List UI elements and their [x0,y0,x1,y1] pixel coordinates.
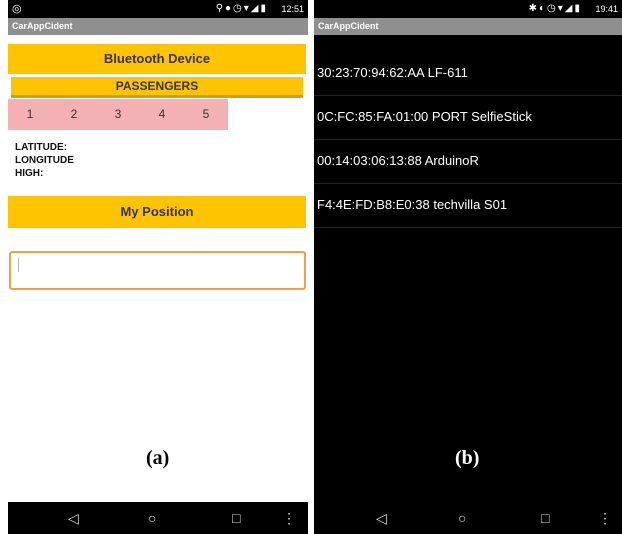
device-list-item[interactable]: 00:14:03:06:13:88 ArduinoR [314,140,622,184]
text-input[interactable] [9,251,306,290]
longitude-label: LONGITUDE [15,155,74,166]
status-time: 12:51 [281,4,304,14]
passenger-number-row: 1 2 3 4 5 [8,99,228,130]
recents-icon[interactable]: □ [232,510,240,526]
back-icon[interactable]: ◁ [376,510,387,527]
back-icon[interactable]: ◁ [68,510,79,527]
overflow-menu-icon[interactable]: ⋮ [282,510,296,527]
passenger-1-button[interactable]: 1 [8,99,52,130]
caption-a: (a) [146,447,170,469]
home-icon[interactable]: ○ [458,510,466,526]
device-name: 30:23:70:94:62:AA LF-611 [317,65,468,80]
caption-b: (b) [455,447,480,469]
nav-bar: ◁ ○ □ ⋮ [8,502,308,534]
device-name: F4:4E:FD:B8:E0:38 techvilla S01 [317,197,508,212]
status-bar: ◎ ⚲●◷▾◢▮ 12:51 [8,0,308,18]
status-bar: ✱◐◷▾◢▮ 19:41 [314,0,622,18]
position-labels: LATITUDE: LONGITUDE HIGH: [15,141,74,180]
passenger-2-button[interactable]: 2 [52,99,96,130]
home-icon[interactable]: ○ [148,510,156,526]
passenger-5-button[interactable]: 5 [184,99,228,130]
passenger-4-button[interactable]: 4 [140,99,184,130]
app-bar: CarAppCident [8,18,308,35]
phone-screen-b: ✱◐◷▾◢▮ 19:41 CarAppCident 30:23:70:94:62… [314,0,622,534]
passengers-button[interactable]: PASSENGERS [11,77,303,98]
overflow-menu-icon[interactable]: ⋮ [598,510,612,527]
nav-bar: ◁ ○ □ ⋮ [314,502,622,534]
app-title: CarAppCident [318,21,379,31]
device-list-item[interactable]: 30:23:70:94:62:AA LF-611 [314,52,622,96]
instagram-icon: ◎ [12,3,22,15]
phone-screen-a: ◎ ⚲●◷▾◢▮ 12:51 CarAppCident Bluetooth De… [8,0,308,534]
status-time: 19:41 [595,4,618,14]
high-label: HIGH: [15,168,44,179]
passenger-3-button[interactable]: 3 [96,99,140,130]
my-position-button[interactable]: My Position [8,196,306,228]
bluetooth-device-button[interactable]: Bluetooth Device [8,44,306,74]
app-bar: CarAppCident [314,18,622,35]
app-title: CarAppCident [12,21,73,31]
device-list-item[interactable]: F4:4E:FD:B8:E0:38 techvilla S01 [314,184,622,228]
recents-icon[interactable]: □ [541,510,549,526]
device-name: 00:14:03:06:13:88 ArduinoR [317,153,479,168]
latitude-label: LATITUDE: [15,142,68,153]
device-name: 0C:FC:85:FA:01:00 PORT SelfieStick [317,109,532,124]
text-cursor [18,258,19,272]
status-icons: ⚲●◷▾◢▮ [215,3,268,14]
device-list-item[interactable]: 0C:FC:85:FA:01:00 PORT SelfieStick [314,96,622,140]
status-icons: ✱◐◷▾◢▮ [528,3,582,14]
